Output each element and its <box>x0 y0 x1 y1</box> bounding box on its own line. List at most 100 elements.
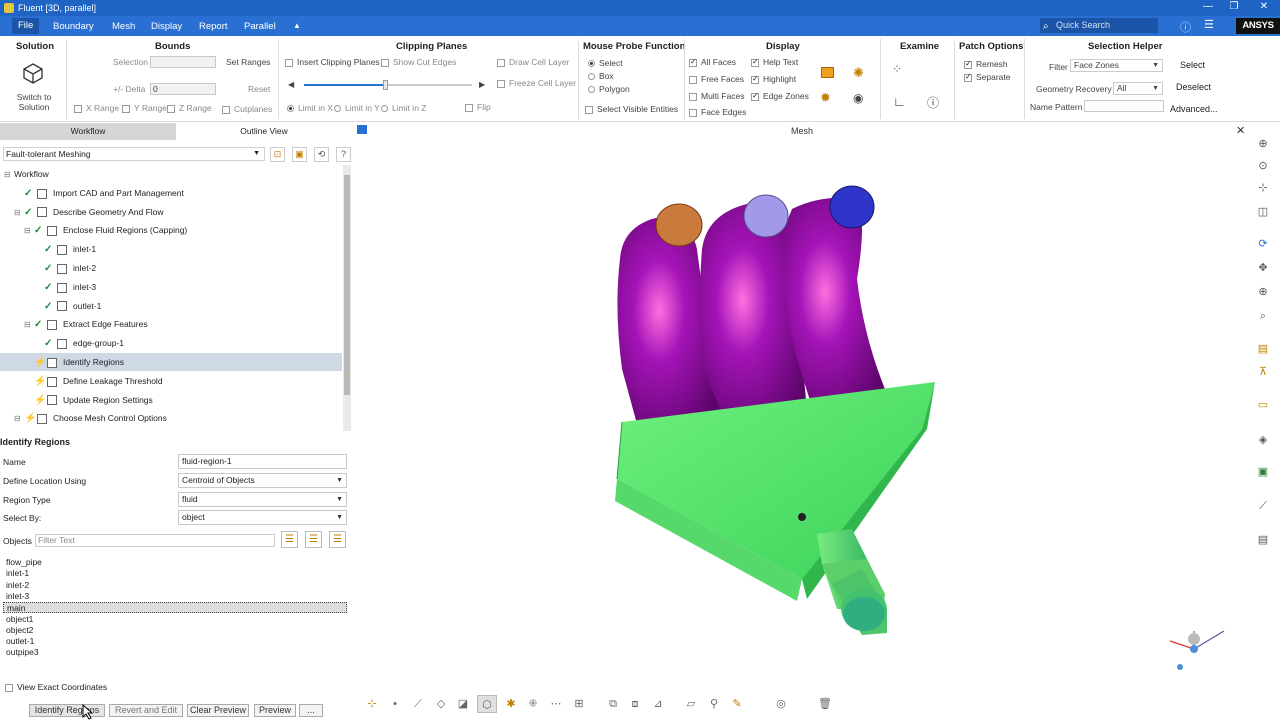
expand-icon[interactable]: ⊟ <box>24 222 34 240</box>
list-item[interactable]: flow_pipe <box>3 557 347 568</box>
tree-item[interactable]: ⊟ ✓ Describe Geometry And Flow <box>0 203 342 221</box>
tree-item[interactable]: ⊟ ⚡ Choose Mesh Control Options <box>0 409 342 427</box>
list-item[interactable]: object1 <box>3 614 347 625</box>
list-item[interactable]: inlet-1 <box>3 568 347 579</box>
probe-box-radio[interactable]: Box <box>588 71 614 81</box>
snapshot-icon[interactable]: ▣ <box>1254 463 1272 481</box>
reset-button[interactable]: Reset <box>248 84 270 94</box>
node-tool-icon[interactable]: ⋯ <box>546 695 566 713</box>
switch-solution-icon[interactable] <box>22 62 44 84</box>
magnify-icon[interactable]: ⌕ <box>1254 307 1272 325</box>
tree-item[interactable]: ⚡ Identify Regions <box>0 353 342 371</box>
name-field[interactable]: fluid-region-1 <box>178 454 347 469</box>
list-item[interactable]: inlet-3 <box>3 591 347 602</box>
quick-search-input[interactable]: ⌕ Quick Search <box>1040 18 1158 33</box>
advanced-button[interactable]: Advanced... <box>1170 104 1218 114</box>
edge-zones-checkbox[interactable]: Edge Zones <box>751 91 809 101</box>
close-window-button[interactable]: ✕ <box>1252 1 1276 12</box>
more-button[interactable]: ... <box>299 704 323 717</box>
measure-tool-icon[interactable]: ⊿ <box>648 695 668 713</box>
menu-boundary[interactable]: Boundary <box>53 21 94 32</box>
clipping-slider[interactable] <box>304 80 472 90</box>
tree-item[interactable]: ⊟ ✓ Extract Edge Features <box>0 315 342 333</box>
select-visible-checkbox[interactable]: Select Visible Entities <box>585 104 678 114</box>
minimize-button[interactable]: — <box>1196 1 1220 12</box>
target-tool-icon[interactable]: ◎ <box>771 695 791 713</box>
bounds-selection-field[interactable] <box>150 56 216 68</box>
info-icon[interactable]: ⓘ <box>927 94 939 111</box>
paste-tool-icon[interactable]: ⧈ <box>625 695 645 713</box>
light-source-icon[interactable]: ✹ <box>820 90 831 106</box>
pan-icon[interactable]: ✥ <box>1254 259 1272 277</box>
tree-item[interactable]: ⚡ Define Leakage Threshold <box>0 372 342 390</box>
tree-item[interactable]: ⊟ ✓ Enclose Fluid Regions (Capping) <box>0 221 342 239</box>
probe-select-radio[interactable]: Select <box>588 58 623 68</box>
display-color-icon[interactable] <box>821 67 834 78</box>
tree-item[interactable]: ⚡Setup Size Controls <box>0 428 342 431</box>
save-workflow-icon[interactable]: ▣ <box>292 147 307 162</box>
objects-filter-input[interactable]: Filter Text <box>35 534 275 547</box>
help-icon[interactable]: ⓘ <box>1180 19 1191 35</box>
face-edges-checkbox[interactable]: Face Edges <box>689 107 746 117</box>
point-tool-icon[interactable]: • <box>385 695 405 713</box>
body-tool-icon[interactable]: ⬡ <box>477 695 497 713</box>
notes-icon[interactable]: ▤ <box>1254 531 1272 549</box>
select-all-icon[interactable]: ☰ <box>305 531 322 548</box>
inlet-1-cap[interactable] <box>655 203 703 247</box>
all-faces-checkbox[interactable]: All Faces <box>689 57 736 67</box>
probe-points-icon[interactable]: ⁘ <box>892 62 902 76</box>
freeze-cell-layer-checkbox[interactable]: Freeze Cell Layer <box>497 78 576 88</box>
zone-tool-icon[interactable]: ✱ <box>501 695 521 713</box>
preview-button[interactable]: Preview <box>254 704 296 717</box>
select-tool-icon[interactable]: ⊹ <box>362 695 382 713</box>
menu-parallel[interactable]: Parallel <box>244 21 276 32</box>
free-faces-checkbox[interactable]: Free Faces <box>689 74 744 84</box>
list-item[interactable]: main <box>3 602 347 614</box>
cutplanes-checkbox[interactable]: Cutplanes <box>222 104 272 114</box>
expand-icon[interactable]: ⊟ <box>14 410 24 428</box>
select-button[interactable]: Select <box>1180 60 1205 70</box>
revert-and-edit-button[interactable]: Revert and Edit <box>109 704 183 717</box>
limit-z-radio[interactable]: Limit in Z <box>381 103 426 113</box>
collapse-ribbon-icon[interactable]: ▲ <box>293 21 301 30</box>
draw-cell-layer-checkbox[interactable]: Draw Cell Layer <box>497 57 569 67</box>
select-by-select[interactable]: object ▼ <box>178 510 347 525</box>
tab-outline-view[interactable]: Outline View <box>176 123 352 140</box>
ruler-icon[interactable]: ▤ <box>1254 340 1272 358</box>
z-range-checkbox[interactable]: Z Range <box>167 103 212 113</box>
name-pattern-input[interactable] <box>1084 100 1164 112</box>
remesh-checkbox[interactable]: Remesh <box>964 59 1008 69</box>
mesh-geometry[interactable] <box>352 139 1252 693</box>
trash-tool-icon[interactable]: 🗑 <box>815 695 835 713</box>
limit-y-radio[interactable]: Limit in Y <box>334 103 380 113</box>
open-workflow-icon[interactable]: ⊡ <box>270 147 285 162</box>
deselect-button[interactable]: Deselect <box>1176 82 1211 92</box>
group-tool-icon[interactable]: ⁜ <box>523 695 543 713</box>
probe-polygon-radio[interactable]: Polygon <box>588 84 630 94</box>
graph-icon[interactable]: ⟋ <box>1254 497 1272 515</box>
zoom-in-icon[interactable]: ⊙ <box>1254 157 1272 175</box>
help-text-checkbox[interactable]: Help Text <box>751 57 798 67</box>
sort-list-icon[interactable]: ☰ <box>281 531 298 548</box>
visibility-icon[interactable]: ◉ <box>853 91 863 105</box>
filter-select[interactable]: Face Zones ▼ <box>1070 59 1163 72</box>
graphics-viewport[interactable]: Mesh ✕ ⊕ ⊙ ⊹ ◫ ⟳ ✥ ⊕ ⌕ ▤ ⊼ ▭ ◈ ▣ ⟋ ▤ ⊹ •… <box>352 123 1280 720</box>
tree-item[interactable]: ✓ inlet-2 <box>0 259 342 277</box>
multi-faces-checkbox[interactable]: Multi Faces <box>689 91 744 101</box>
scale-icon[interactable]: ⊼ <box>1254 363 1272 381</box>
switch-to-solution-button[interactable]: Switch to Solution <box>13 92 55 112</box>
tree-item[interactable]: ✓ outlet-1 <box>0 297 342 315</box>
x-range-checkbox[interactable]: X Range <box>74 103 119 113</box>
lighting-icon[interactable]: ✺ <box>853 65 864 81</box>
flip-checkbox[interactable]: Flip <box>465 102 491 112</box>
separate-checkbox[interactable]: Separate <box>964 72 1011 82</box>
measure-icon[interactable]: ∟ <box>893 94 906 109</box>
limit-x-radio[interactable]: Limit in X <box>287 103 333 113</box>
insert-clipping-checkbox[interactable]: Insert Clipping Planes <box>285 57 380 67</box>
pencil-tool-icon[interactable]: ✎ <box>727 695 747 713</box>
axis-view-icon[interactable]: ⊹ <box>1254 179 1272 197</box>
clear-preview-button[interactable]: Clear Preview <box>187 704 249 717</box>
outlet-pipe[interactable] <box>817 529 887 635</box>
set-ranges-button[interactable]: Set Ranges <box>226 57 270 67</box>
tree-item[interactable]: ✓ inlet-1 <box>0 240 342 258</box>
